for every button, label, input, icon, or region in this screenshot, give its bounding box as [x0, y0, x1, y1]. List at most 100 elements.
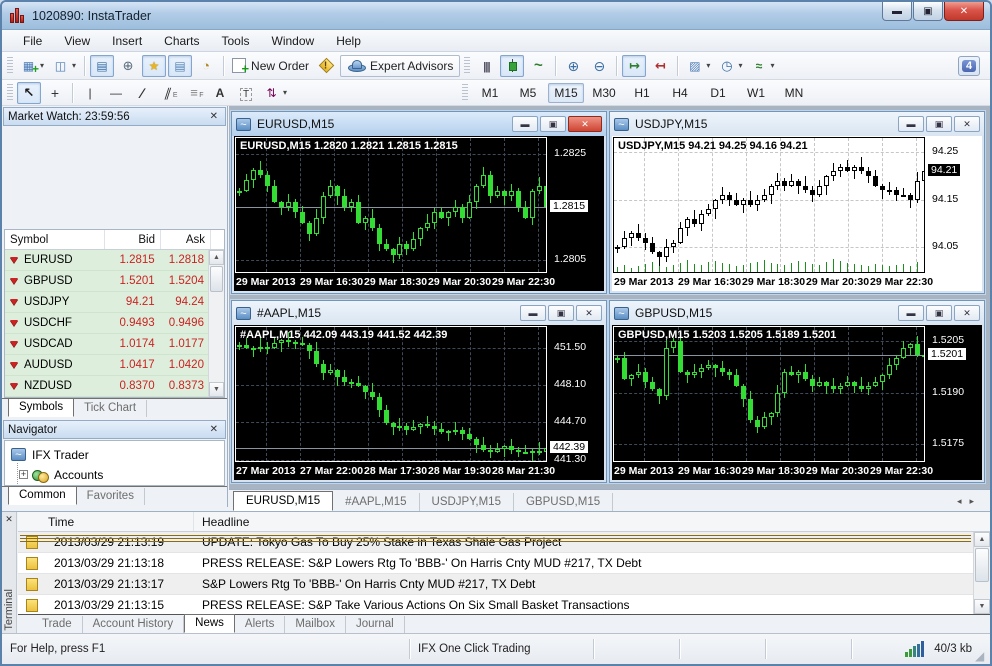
periods-button[interactable]: ▾ — [715, 55, 745, 77]
status-mode-text[interactable]: IFX One Click Trading — [410, 639, 594, 659]
news-row[interactable]: 2013/03/29 21:13:15 PRESS RELEASE: S&P Ta… — [18, 595, 973, 614]
resize-grip[interactable]: ◢ — [975, 649, 989, 663]
chart-minimize-button[interactable]: ▬ — [512, 116, 538, 132]
zoom-in-button[interactable] — [561, 55, 585, 77]
equidistant-channel-button[interactable] — [156, 82, 180, 104]
fibonacci-button[interactable] — [182, 82, 206, 104]
candlestick-button[interactable] — [500, 54, 525, 77]
timeframe-m15-button[interactable]: M15 — [548, 82, 585, 103]
market-watch-row[interactable]: USDCAD 1.0174 1.0177 — [5, 334, 208, 355]
chart-minimize-button[interactable]: ▬ — [898, 116, 924, 132]
timeframe-d1-button[interactable]: D1 — [700, 83, 736, 103]
chart-window-titlebar[interactable]: GBPUSD,M15 ▬▣✕ — [610, 301, 984, 325]
chart-tab-aaplm15[interactable]: #AAPL,M15 — [333, 493, 420, 511]
toolbar-grip[interactable] — [464, 56, 471, 75]
market-watch-column-ask[interactable]: Ask — [161, 230, 211, 249]
menu-item-charts[interactable]: Charts — [153, 31, 210, 51]
market-watch-column-bid[interactable]: Bid — [105, 230, 161, 249]
navigator-close-icon[interactable]: ✕ — [207, 424, 221, 435]
news-scrollbar[interactable]: ▲ ▼ — [973, 532, 990, 614]
scroll-down-icon[interactable]: ▼ — [209, 382, 224, 397]
expert-advisors-button[interactable]: Expert Advisors — [340, 54, 461, 77]
zoom-out-button[interactable] — [587, 55, 611, 77]
market-watch-row[interactable]: EURUSD 1.2815 1.2818 — [5, 250, 208, 271]
chart-window-titlebar[interactable]: #AAPL,M15 ▬▣✕ — [232, 301, 606, 325]
expand-icon[interactable]: + — [19, 470, 28, 479]
chart-tab-usdjpym15[interactable]: USDJPY,M15 — [420, 493, 514, 511]
timeframe-w1-button[interactable]: W1 — [738, 83, 774, 103]
market-watch-column-symbol[interactable]: Symbol — [5, 230, 105, 249]
scroll-down-icon[interactable]: ▼ — [974, 599, 990, 614]
chevron-down-icon[interactable]: ▾ — [72, 61, 76, 70]
chart-tab-gbpusdm15[interactable]: GBPUSD,M15 — [514, 493, 614, 511]
auto-scroll-button[interactable] — [622, 54, 647, 77]
timeframe-h1-button[interactable]: H1 — [624, 83, 660, 103]
chart-restore-button[interactable]: ▣ — [926, 116, 952, 132]
templates-button[interactable]: ▾ — [683, 55, 713, 77]
navigator-item-accounts[interactable]: + Accounts — [11, 464, 224, 485]
scroll-up-icon[interactable]: ▲ — [974, 532, 990, 547]
toolbar-grip[interactable] — [7, 56, 13, 75]
chart-area[interactable]: GBPUSD,M15 1.5203 1.5205 1.5189 1.5201 1.… — [612, 325, 982, 480]
navigator-tab-favorites[interactable]: Favorites — [77, 488, 145, 505]
timeframe-h4-button[interactable]: H4 — [662, 83, 698, 103]
chart-area[interactable]: USDJPY,M15 94.21 94.25 94.16 94.21 94.25 9… — [612, 136, 982, 291]
terminal-tab-account-history[interactable]: Account History — [83, 616, 185, 633]
chart-area[interactable]: #AAPL,M15 442.09 443.19 441.52 442.39 451… — [234, 325, 604, 480]
market-watch-scrollbar[interactable]: ▲ ▼ — [208, 250, 224, 397]
market-watch-row[interactable]: USDJPY 94.21 94.24 — [5, 292, 208, 313]
text-button[interactable] — [208, 82, 232, 104]
terminal-button[interactable] — [168, 54, 193, 77]
toolbar-grip[interactable] — [7, 83, 13, 102]
chart-tab-eurusdm15[interactable]: EURUSD,M15 — [233, 491, 334, 511]
terminal-tab-news[interactable]: News — [184, 614, 235, 633]
strategy-tester-button[interactable] — [194, 55, 218, 77]
chart-restore-button[interactable]: ▣ — [926, 305, 952, 321]
arrows-button[interactable]: ▾ — [260, 82, 290, 104]
chart-window-titlebar[interactable]: USDJPY,M15 ▬▣✕ — [610, 112, 984, 136]
close-button[interactable]: ✕ — [944, 2, 984, 21]
metaquotes-alert-button[interactable] — [314, 55, 338, 77]
chart-minimize-button[interactable]: ▬ — [898, 305, 924, 321]
terminal-tab-journal[interactable]: Journal — [346, 616, 405, 633]
navigator-tab-common[interactable]: Common — [8, 486, 77, 505]
news-time-column[interactable]: Time — [18, 512, 194, 531]
chart-shift-button[interactable] — [648, 55, 672, 77]
chart-close-button[interactable]: ✕ — [576, 305, 602, 321]
data-window-button[interactable] — [116, 55, 140, 77]
chart-close-button[interactable]: ✕ — [954, 305, 980, 321]
chart-close-button[interactable]: ✕ — [954, 116, 980, 132]
chevron-down-icon[interactable]: ▾ — [706, 61, 710, 70]
chart-window-titlebar[interactable]: EURUSD,M15 ▬▣✕ — [232, 112, 606, 136]
minimize-button[interactable]: ▬ — [882, 2, 912, 21]
navigator-button[interactable] — [142, 54, 167, 77]
timeframe-mn-button[interactable]: MN — [776, 83, 812, 103]
chart-restore-button[interactable]: ▣ — [548, 305, 574, 321]
chevron-down-icon[interactable]: ▾ — [738, 61, 742, 70]
news-row[interactable]: 2013/03/29 21:13:18 PRESS RELEASE: S&P Lo… — [18, 553, 973, 574]
terminal-tab-trade[interactable]: Trade — [32, 616, 83, 633]
navigator-root[interactable]: IFX Trader — [11, 445, 224, 464]
market-watch-row[interactable]: AUDUSD 1.0417 1.0420 — [5, 355, 208, 376]
timeframe-m1-button[interactable]: M1 — [472, 83, 508, 103]
scroll-thumb[interactable] — [210, 266, 223, 292]
chevron-down-icon[interactable]: ▾ — [40, 61, 44, 70]
comments-badge[interactable]: 4 — [958, 56, 980, 76]
market-watch-button[interactable] — [90, 54, 115, 77]
new-chart-button[interactable]: ▾ — [17, 55, 47, 77]
chart-tab-scroll-icons[interactable]: ◂▸ — [957, 496, 990, 507]
market-watch-row[interactable]: USDCHF 0.9493 0.9496 — [5, 313, 208, 334]
scroll-up-icon[interactable]: ▲ — [209, 250, 224, 265]
cursor-button[interactable] — [17, 81, 41, 104]
toolbar-grip[interactable] — [462, 83, 469, 102]
chart-area[interactable]: EURUSD,M15 1.2820 1.2821 1.2815 1.2815 1.… — [234, 136, 604, 291]
market-watch-row[interactable]: NZDUSD 0.8370 0.8373 — [5, 376, 208, 397]
chart-minimize-button[interactable]: ▬ — [520, 305, 546, 321]
market-watch-close-icon[interactable]: ✕ — [207, 111, 221, 122]
maximize-button[interactable]: ▣ — [913, 2, 943, 21]
vertical-line-button[interactable] — [78, 82, 102, 104]
terminal-tab-mailbox[interactable]: Mailbox — [285, 616, 346, 633]
trendline-button[interactable] — [130, 82, 154, 104]
profiles-button[interactable]: ▾ — [49, 55, 79, 77]
chart-restore-button[interactable]: ▣ — [540, 116, 566, 132]
